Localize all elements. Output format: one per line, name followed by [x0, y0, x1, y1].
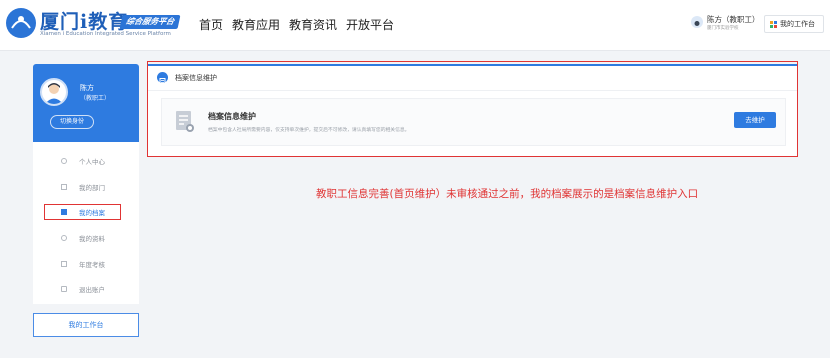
switch-identity-button[interactable]: 切换身份 [50, 115, 94, 129]
user-avatar-icon [691, 16, 703, 28]
archive-icon [157, 72, 168, 85]
archive-maintenance-card: 档案信息维护 档案中包含人社局所需要内容，仅支持单次维护，提交后不可修改，请认真… [161, 98, 786, 146]
user-school: 厦门市实验学校 [707, 26, 739, 31]
annotation-note: 教职工信息完善(首页维护）未审核通过之前，我的档案展示的是档案信息维护入口 [316, 188, 699, 200]
sidebar-item-my-archive[interactable]: 我的档案 [33, 204, 139, 220]
nav-home[interactable]: 首页 [199, 16, 223, 33]
sidebar-item-my-profile[interactable]: 我的资料 [33, 230, 139, 246]
document-edit-icon [175, 110, 195, 134]
sidebar-item-label: 我的资料 [79, 235, 105, 243]
assessment-icon [61, 261, 67, 267]
go-maintain-button[interactable]: 去维护 [734, 112, 776, 128]
logout-icon [61, 286, 67, 292]
sidebar-item-label: 我的部门 [79, 184, 105, 192]
user-name: 陈方（教职工） [707, 15, 760, 24]
logo-subtitle: Xiamen i Education Integrated Service Pl… [40, 31, 171, 37]
nav-edu-apps[interactable]: 教育应用 [232, 16, 280, 33]
workbench-button[interactable]: 我的工作台 [764, 15, 824, 33]
sidebar-item-department[interactable]: 我的部门 [33, 179, 139, 195]
avatar [40, 78, 68, 106]
sidebar-item-label: 我的档案 [79, 209, 105, 217]
nav-edu-news[interactable]: 教育资讯 [289, 16, 337, 33]
user-icon [61, 158, 67, 164]
sidebar-item-personal-center[interactable]: 个人中心 [33, 153, 139, 169]
archive-panel: 档案信息维护 档案信息维护 档案中包含人社局所需要内容，仅支持单次维护，提交后不… [147, 64, 798, 156]
profile-icon [61, 235, 67, 241]
workbench-label: 我的工作台 [780, 20, 815, 28]
sidebar-item-label: 个人中心 [79, 158, 105, 166]
department-icon [61, 184, 67, 190]
logo-badge: 综合服务平台 [119, 15, 181, 29]
sidebar-menu: 个人中心 我的部门 我的档案 我的资料 年度考核 退出账户 [33, 142, 139, 304]
grid-icon [770, 21, 777, 28]
panel-header: 档案信息维护 [147, 66, 798, 91]
logo-emblem-icon[interactable] [6, 8, 36, 38]
profile-card: 陈方 （教职工） 切换身份 [33, 64, 139, 142]
sidebar-item-label: 年度考核 [79, 261, 105, 269]
nav-open-platform[interactable]: 开放平台 [346, 16, 394, 33]
maintenance-description: 档案中包含人社局所需要内容，仅支持单次维护，提交后不可修改，请认真填写您的相关信… [208, 128, 410, 133]
maintenance-title: 档案信息维护 [208, 112, 256, 121]
profile-role: （教职工） [80, 95, 111, 102]
folder-icon [61, 209, 67, 215]
sidebar-workbench-button[interactable]: 我的工作台 [33, 313, 139, 337]
panel-title: 档案信息维护 [175, 74, 217, 82]
profile-name: 陈方 [80, 84, 94, 92]
top-bar: 厦门i教育 Xiamen i Education Integrated Serv… [0, 0, 830, 51]
sidebar-item-logout[interactable]: 退出账户 [33, 281, 139, 297]
sidebar-item-label: 退出账户 [79, 286, 105, 294]
main-nav: 首页 教育应用 教育资讯 开放平台 [199, 16, 394, 33]
logo-title[interactable]: 厦门i教育 [40, 7, 128, 34]
sidebar-item-annual-assessment[interactable]: 年度考核 [33, 256, 139, 272]
